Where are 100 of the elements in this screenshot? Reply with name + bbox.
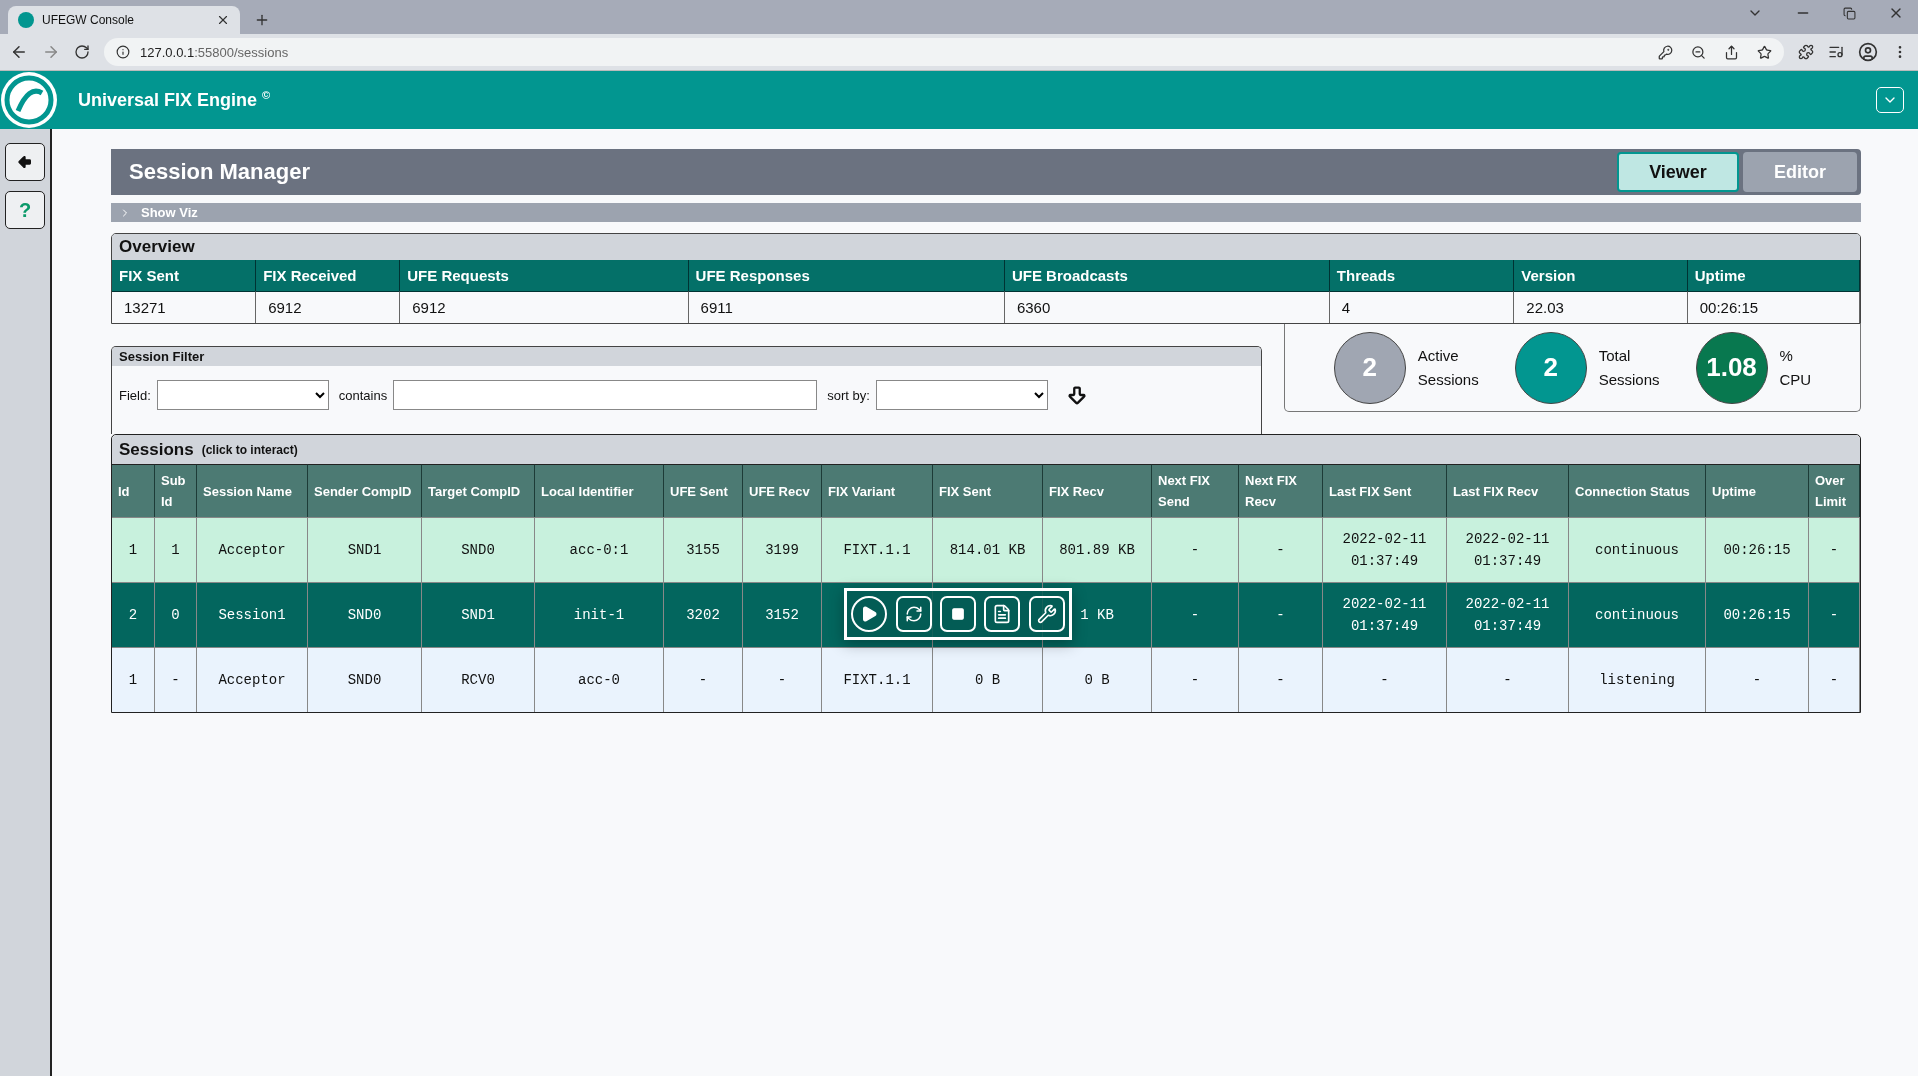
field-select[interactable] [156,380,329,410]
table-cell[interactable]: 1 [155,517,197,582]
table-cell[interactable]: - [155,647,197,712]
column-header: FIX Sent [933,464,1043,517]
table-cell[interactable]: SND0 [308,647,422,712]
table-cell[interactable]: 2022-02-11 01:37:49 [1323,582,1447,647]
column-header: UFE Recv [743,464,822,517]
table-cell[interactable]: RCV0 [422,647,535,712]
column-header: Last FIX Sent [1323,464,1447,517]
table-cell[interactable]: continuous [1569,582,1706,647]
profile-icon[interactable] [1858,42,1878,62]
column-header: FIX Sent [112,260,257,291]
new-tab-icon[interactable] [254,12,270,28]
browser-tab[interactable]: UFEGW Console [8,6,240,34]
table-cell[interactable]: - [664,647,743,712]
table-cell[interactable]: init-1 [535,582,664,647]
table-cell[interactable]: 1 [112,517,155,582]
restore-icon[interactable] [1843,5,1856,21]
table-cell: 6912 [400,291,689,323]
table-cell[interactable]: - [743,647,822,712]
tools-button[interactable] [1028,596,1065,632]
filter-input[interactable] [393,380,818,410]
arrow-down-icon[interactable] [1065,384,1088,406]
key-icon[interactable] [1658,44,1673,60]
table-cell[interactable]: - [1239,582,1323,647]
table-cell[interactable]: FIXT.1.1 [822,647,933,712]
table-cell[interactable]: Session1 [197,582,308,647]
stop-button[interactable] [939,596,976,632]
sort-label: sort by: [827,387,870,403]
reload-icon[interactable] [74,44,90,60]
close-icon[interactable] [216,13,230,27]
table-cell[interactable]: 00:26:15 [1706,582,1809,647]
share-icon[interactable] [1724,44,1739,60]
puzzle-icon[interactable] [1798,44,1814,60]
table-cell[interactable]: - [1152,517,1239,582]
table-cell[interactable]: - [1239,517,1323,582]
table-cell[interactable]: - [1809,517,1860,582]
table-cell[interactable]: - [1809,647,1860,712]
address-bar[interactable]: 127.0.0.1:55800/sessions [104,38,1784,66]
table-cell[interactable]: 0 B [1043,647,1152,712]
back-button[interactable] [5,143,45,181]
table-cell[interactable]: listening [1569,647,1706,712]
table-cell[interactable]: - [1323,647,1447,712]
table-cell[interactable]: 0 B [933,647,1043,712]
table-cell[interactable]: 2022-02-11 01:37:49 [1447,582,1569,647]
table-cell[interactable]: SND0 [422,517,535,582]
table-cell[interactable]: 2022-02-11 01:37:49 [1323,517,1447,582]
table-cell[interactable]: Acceptor [197,647,308,712]
table-cell[interactable]: acc-0:1 [535,517,664,582]
column-header: FIX Variant [822,464,933,517]
star-icon[interactable] [1757,44,1772,60]
page-title: Session Manager [129,159,311,185]
table-cell[interactable]: continuous [1569,517,1706,582]
table-cell[interactable]: SND1 [422,582,535,647]
stat-circle: 2 [1514,331,1587,404]
table-cell[interactable]: FIXT.1.1 [822,517,933,582]
playlist-icon[interactable] [1828,44,1844,60]
hint-text: (click to interact) [201,442,298,457]
table-cell: 6911 [688,291,1005,323]
table-cell[interactable]: 801.89 KB [1043,517,1152,582]
table-cell[interactable]: - [1239,647,1323,712]
table-cell[interactable]: SND0 [308,582,422,647]
table-cell[interactable]: - [1447,647,1569,712]
document-button[interactable] [984,596,1021,632]
table-cell[interactable]: Acceptor [197,517,308,582]
table-cell[interactable]: - [1152,582,1239,647]
table-cell[interactable]: acc-0 [535,647,664,712]
column-header: Over Limit [1809,464,1860,517]
table-cell[interactable]: 1 [112,647,155,712]
table-cell[interactable]: 2 [112,582,155,647]
zoom-out-icon[interactable] [1691,44,1706,60]
table-cell[interactable]: 814.01 KB [933,517,1043,582]
play-icon [860,605,879,623]
column-header: Target CompID [422,464,535,517]
table-cell[interactable]: 3152 [743,582,822,647]
table-cell[interactable]: 00:26:15 [1706,517,1809,582]
sort-select[interactable] [875,380,1048,410]
table-cell[interactable]: 3202 [664,582,743,647]
column-header: Sender CompID [308,464,422,517]
field-label: Field: [119,387,151,403]
table-cell[interactable]: - [1152,647,1239,712]
table-cell[interactable]: 0 [155,582,197,647]
wrench-icon [1036,604,1057,624]
table-cell[interactable]: 2022-02-11 01:37:49 [1447,517,1569,582]
forward-icon[interactable] [42,43,60,61]
table-cell: 13271 [112,291,257,323]
table-cell[interactable]: 3199 [743,517,822,582]
refresh-button[interactable] [895,596,932,632]
stat-label: Active Sessions [1417,345,1479,390]
table-cell[interactable]: - [1706,647,1809,712]
mode-tab[interactable]: Viewer [1617,152,1739,192]
document-icon [992,604,1013,624]
table-cell[interactable]: SND1 [308,517,422,582]
play-button[interactable] [851,596,888,632]
table-cell[interactable]: 3155 [664,517,743,582]
back-icon[interactable] [10,43,28,61]
table-cell[interactable]: - [1809,582,1860,647]
stat-circle: 1.08 [1695,331,1768,404]
dropdown-button[interactable] [1876,87,1904,113]
column-header: Threads [1329,260,1515,291]
